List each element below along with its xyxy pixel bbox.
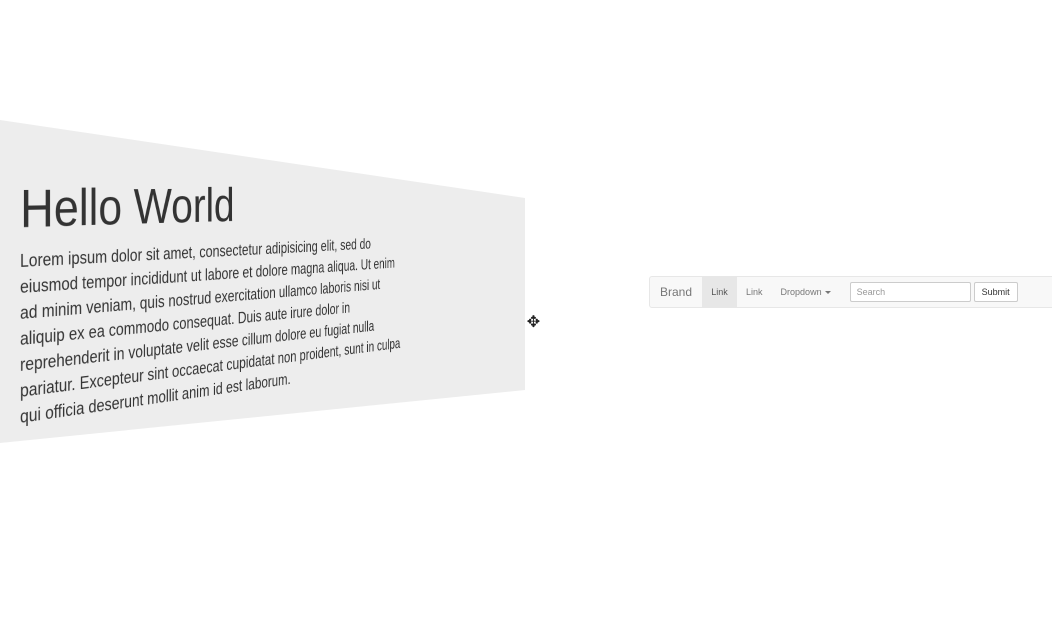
jumbotron-title: Hello World (20, 178, 235, 239)
nav-link-active[interactable]: Link (702, 277, 738, 307)
move-icon[interactable]: ✥ (526, 315, 541, 331)
nav-link[interactable]: Link (737, 277, 772, 307)
caret-down-icon (824, 291, 831, 295)
search-input[interactable] (849, 282, 971, 302)
dropdown-label: Dropdown (780, 287, 822, 297)
navbar-brand[interactable]: Brand (650, 277, 702, 307)
navbar: Brand Link Link Dropdown Submit (649, 276, 1052, 308)
canvas: Hello World Lorem ipsum dolor sit amet, … (0, 0, 1052, 630)
nav-dropdown[interactable]: Dropdown (772, 277, 840, 307)
submit-button[interactable]: Submit (973, 282, 1018, 302)
